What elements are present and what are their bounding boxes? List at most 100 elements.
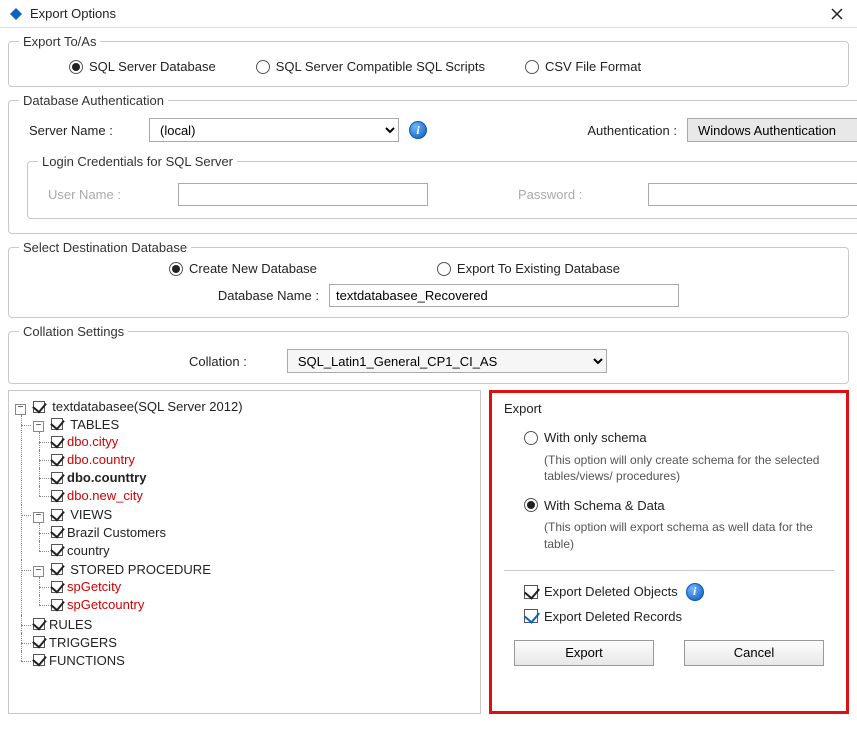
tree-checkbox[interactable] [51,599,63,611]
divider [504,570,834,571]
tree-item[interactable]: spGetcountry [51,595,476,613]
close-button[interactable] [825,2,849,26]
tree-label: dbo.new_city [67,488,143,503]
window-title: Export Options [30,6,825,21]
login-credentials-group: Login Credentials for SQL Server User Na… [27,154,857,219]
radio-label: SQL Server Database [89,59,216,74]
checkbox-icon [524,609,538,623]
dest-db-legend: Select Destination Database [19,240,191,255]
titlebar: Export Options [0,0,857,28]
password-input[interactable] [648,183,857,206]
radio-dot-icon [256,60,270,74]
tree-rules[interactable]: RULES [33,615,476,633]
check-export-deleted-records[interactable]: Export Deleted Records [524,609,682,624]
radio-dot-icon [69,60,83,74]
tree-checkbox[interactable] [33,618,45,630]
radio-label: Export To Existing Database [457,261,620,276]
tree-checkbox[interactable] [51,509,63,521]
collation-legend: Collation Settings [19,324,128,339]
tree-checkbox[interactable] [51,472,63,484]
tree-item[interactable]: country [51,541,476,559]
tree-stored-procedures[interactable]: − STORED PROCEDURE spGetcity spGetcountr… [33,560,476,615]
export-options-panel: Export With only schema (This option wil… [489,390,849,714]
cancel-button[interactable]: Cancel [684,640,824,666]
login-legend: Login Credentials for SQL Server [38,154,237,169]
export-to-group: Export To/As SQL Server Database SQL Ser… [8,34,849,87]
server-name-select[interactable]: (local) [149,118,399,142]
tree-checkbox[interactable] [51,581,63,593]
tree-item[interactable]: dbo.cityy [51,432,476,450]
radio-sql-server-db[interactable]: SQL Server Database [69,59,216,74]
tree-root[interactable]: − textdatabasee(SQL Server 2012) − TABLE… [15,397,476,670]
dest-db-group: Select Destination Database Create New D… [8,240,849,318]
tree-checkbox[interactable] [51,563,63,575]
tree-checkbox[interactable] [51,418,63,430]
export-panel-header: Export [504,401,834,416]
tree-label: VIEWS [70,507,112,522]
tree-label: RULES [49,617,92,632]
tree-checkbox[interactable] [51,526,63,538]
tree-tables[interactable]: − TABLES dbo.cityy dbo.country dbo.count… [33,415,476,506]
auth-select[interactable]: Windows Authentication [687,118,857,142]
tree-label: dbo.counttry [67,470,146,485]
tree-label: spGetcountry [67,598,144,613]
tree-label: FUNCTIONS [49,653,125,668]
export-button[interactable]: Export [514,640,654,666]
schema-only-desc: (This option will only create schema for… [524,448,834,484]
tree-checkbox[interactable] [51,436,63,448]
radio-schema-only[interactable]: With only schema [524,430,647,445]
collation-label: Collation : [189,354,247,369]
tree-checkbox[interactable] [51,490,63,502]
auth-label: Authentication : [587,123,677,138]
username-input[interactable] [178,183,428,206]
info-icon[interactable]: i [409,121,427,139]
tree-label: TABLES [70,417,119,432]
username-label: User Name : [38,187,138,202]
collapse-icon[interactable]: − [33,566,44,577]
collapse-icon[interactable]: − [33,421,44,432]
tree-item[interactable]: spGetcity [51,577,476,595]
tree-checkbox[interactable] [51,454,63,466]
schema-data-desc: (This option will export schema as well … [524,515,834,551]
radio-create-new-db[interactable]: Create New Database [169,261,317,276]
radio-label: With Schema & Data [544,498,665,513]
collapse-icon[interactable]: − [15,404,26,415]
radio-export-existing-db[interactable]: Export To Existing Database [437,261,620,276]
tree-item[interactable]: dbo.counttry [51,468,476,486]
radio-dot-icon [437,262,451,276]
object-tree[interactable]: − textdatabasee(SQL Server 2012) − TABLE… [8,390,481,714]
export-to-legend: Export To/As [19,34,100,49]
db-auth-legend: Database Authentication [19,93,168,108]
tree-label: TRIGGERS [49,635,117,650]
tree-label: dbo.cityy [67,434,118,449]
tree-label: Brazil Customers [67,525,166,540]
radio-dot-icon [525,60,539,74]
check-export-deleted-objects[interactable]: Export Deleted Objects [524,584,678,599]
tree-checkbox[interactable] [33,401,45,413]
radio-sql-scripts[interactable]: SQL Server Compatible SQL Scripts [256,59,485,74]
tree-item[interactable]: Brazil Customers [51,523,476,541]
info-icon[interactable]: i [686,583,704,601]
radio-schema-and-data[interactable]: With Schema & Data [524,498,665,513]
radio-label: Create New Database [189,261,317,276]
db-auth-group: Database Authentication Server Name : (l… [8,93,857,234]
tree-label: textdatabasee(SQL Server 2012) [52,399,242,414]
radio-dot-icon [524,498,538,512]
tree-label: dbo.country [67,452,135,467]
tree-label: country [67,543,110,558]
tree-checkbox[interactable] [51,544,63,556]
tree-checkbox[interactable] [33,654,45,666]
password-label: Password : [508,187,608,202]
collation-select[interactable]: SQL_Latin1_General_CP1_CI_AS [287,349,607,373]
collapse-icon[interactable]: − [33,512,44,523]
tree-checkbox[interactable] [33,636,45,648]
check-label: Export Deleted Records [544,609,682,624]
tree-functions[interactable]: FUNCTIONS [33,651,476,669]
tree-item[interactable]: dbo.new_city [51,486,476,504]
tree-views[interactable]: − VIEWS Brazil Customers country [33,505,476,560]
radio-dot-icon [524,431,538,445]
tree-triggers[interactable]: TRIGGERS [33,633,476,651]
dbname-input[interactable] [329,284,679,307]
radio-csv[interactable]: CSV File Format [525,59,641,74]
tree-item[interactable]: dbo.country [51,450,476,468]
